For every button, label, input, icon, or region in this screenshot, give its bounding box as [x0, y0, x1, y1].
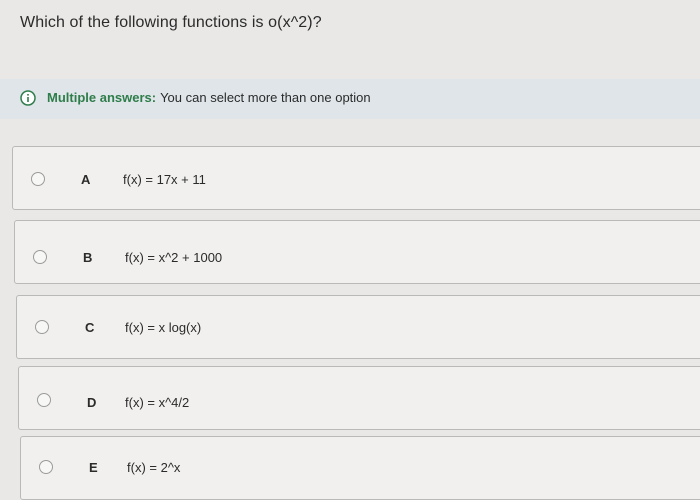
radio-button[interactable]	[39, 460, 53, 474]
info-text: Multiple answers: You can select more tha…	[47, 90, 371, 105]
info-icon	[20, 90, 36, 106]
radio-button[interactable]	[35, 320, 49, 334]
option-letter: B	[83, 250, 93, 265]
option-formula: f(x) = x^4/2	[125, 395, 190, 410]
radio-button[interactable]	[31, 172, 45, 186]
radio-button[interactable]	[33, 250, 47, 264]
info-banner: Multiple answers: You can select more tha…	[0, 79, 700, 119]
info-message: You can select more than one option	[160, 90, 371, 105]
option-b[interactable]: B f(x) = x^2 + 1000	[14, 220, 700, 284]
option-letter: D	[87, 395, 97, 410]
info-label: Multiple answers:	[47, 90, 157, 105]
option-formula: f(x) = x^2 + 1000	[125, 250, 223, 265]
option-d[interactable]: D f(x) = x^4/2	[18, 366, 700, 430]
question-text: Which of the following functions is o(x^…	[20, 14, 322, 31]
option-formula: f(x) = x log(x)	[125, 320, 202, 335]
option-c[interactable]: C f(x) = x log(x)	[16, 295, 700, 359]
option-a[interactable]: A f(x) = 17x + 11	[12, 146, 700, 210]
option-formula: f(x) = 2^x	[127, 460, 181, 475]
option-formula: f(x) = 17x + 11	[123, 172, 206, 187]
option-e[interactable]: E f(x) = 2^x	[20, 436, 700, 500]
radio-button[interactable]	[37, 393, 51, 407]
option-letter: A	[81, 172, 91, 187]
option-letter: C	[85, 320, 95, 335]
option-letter: E	[89, 460, 98, 475]
